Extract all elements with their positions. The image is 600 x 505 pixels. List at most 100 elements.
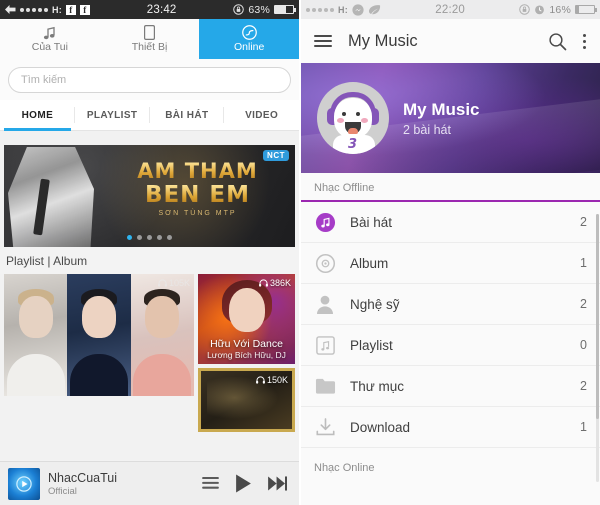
search-placeholder: Tìm kiếm [21, 74, 67, 86]
content-spacer [0, 131, 299, 145]
section-header-online: Nhạc Online [314, 462, 375, 474]
list-item-count: 2 [580, 215, 587, 229]
list-item-nghe-sy[interactable]: Nghệ sỹ 2 [301, 284, 600, 325]
card-subtitle: Lương Bích Hữu, DJ [207, 350, 286, 360]
disc-icon [314, 253, 336, 274]
banner-artist-photo [8, 147, 94, 247]
list-item-label: Thư mục [350, 378, 405, 394]
battery-icon [575, 5, 597, 14]
status-time: 23:42 [146, 3, 177, 16]
play-count-label: 386K [269, 278, 291, 288]
list-item-count: 2 [580, 379, 587, 393]
tab-online[interactable]: Online [199, 19, 299, 59]
app-bar: My Music [301, 19, 600, 63]
player-controls [202, 474, 291, 493]
headphones-icon [256, 376, 265, 384]
tab-thiet-bi[interactable]: Thiết Bị [100, 19, 200, 59]
alarm-clock-icon [534, 4, 545, 15]
back-arrow-icon [5, 5, 16, 14]
search-container: Tìm kiếm [0, 59, 299, 100]
search-icon[interactable] [548, 32, 567, 51]
banner-pager-dots[interactable] [4, 235, 295, 240]
headphones-icon [158, 279, 167, 287]
list-item-count: 2 [580, 297, 587, 311]
hero-subtitle: 2 bài hát [403, 122, 451, 137]
network-type-label: H: [52, 4, 62, 15]
play-count-label: 150K [266, 375, 288, 385]
mini-player-bar[interactable]: NhacCuaTui Official [0, 461, 299, 505]
list-item-label: Bài hát [350, 214, 393, 230]
list-item-label: Download [350, 419, 411, 435]
subtab-label: HOME [21, 109, 54, 121]
content-tab-bar: HOME PLAYLIST BÀI HÁT VIDEO [0, 100, 299, 131]
download-icon [314, 417, 336, 437]
list-item-count: 1 [580, 420, 587, 434]
scrollbar-thumb[interactable] [596, 214, 599, 419]
dj-card[interactable]: 386K Hữu Với Dance Lương Bích Hữu, DJ [198, 274, 295, 364]
folder-icon [314, 377, 336, 395]
library-hero-header: My Music 2 bài hát [301, 63, 600, 173]
list-item-count: 1 [580, 256, 587, 270]
tab-cua-tui[interactable]: Của Tui [0, 19, 100, 59]
subtab-label: BÀI HÁT [165, 109, 209, 121]
list-item-bai-hat[interactable]: Bài hát 2 [301, 202, 600, 243]
battery-percent-label: 63% [248, 3, 270, 16]
page-title: My Music [348, 31, 418, 50]
featured-banner[interactable]: ÂM THẦM BÊN EM SƠN TÙNG MTP NCT [4, 145, 295, 247]
section-header-offline: Nhạc Offline [301, 173, 600, 202]
tab-label: Online [234, 41, 265, 53]
list-item-thu-muc[interactable]: Thư mục 2 [301, 366, 600, 407]
hero-title: My Music [403, 99, 480, 119]
nct-logo-icon: NCT [263, 150, 289, 161]
search-input[interactable]: Tìm kiếm [8, 67, 291, 93]
facebook-icon: f [65, 4, 76, 15]
card-column-right: 386K Hữu Với Dance Lương Bích Hữu, DJ 15… [198, 274, 295, 432]
play-icon[interactable] [235, 474, 252, 493]
play-circle-icon [8, 467, 40, 500]
player-title: NhacCuaTui [48, 470, 118, 485]
tab-label: Của Tui [31, 41, 68, 53]
top-tab-bar: Của Tui Thiết Bị Online [0, 19, 299, 59]
hamburger-menu-icon[interactable] [314, 35, 332, 47]
section-title-playlist-album: Playlist | Album [0, 247, 299, 274]
hero-text-block: My Music 2 bài hát [403, 100, 480, 137]
overflow-menu-icon[interactable] [583, 33, 587, 49]
music-note-icon [43, 25, 56, 40]
subtab-bai-hat[interactable]: BÀI HÁT [150, 100, 225, 130]
list-item-playlist[interactable]: Playlist 0 [301, 325, 600, 366]
queue-icon[interactable] [202, 477, 219, 490]
banner-artist-name: SƠN TÙNG MTP [158, 210, 237, 217]
subtab-label: PLAYLIST [86, 109, 138, 121]
list-item-download[interactable]: Download 1 [301, 407, 600, 448]
list-item-label: Playlist [350, 337, 393, 353]
subtab-label: VIDEO [245, 109, 279, 121]
rotation-lock-icon [233, 4, 245, 15]
list-item-label: Album [350, 255, 389, 271]
cloud-swirl-icon [241, 25, 257, 40]
banner-title-line1: ÂM THẦM [108, 161, 287, 182]
play-count-badge: 150K [256, 375, 288, 385]
subtab-video[interactable]: VIDEO [224, 100, 299, 130]
collage-card[interactable]: 105K [4, 274, 194, 396]
player-subtitle: Official [48, 485, 77, 497]
banner-title-line2: BÊN EM [108, 184, 287, 207]
tab-label: Thiết Bị [131, 41, 168, 53]
play-count-label: 105K [168, 278, 190, 288]
play-count-badge: 105K [158, 278, 190, 288]
person-icon [314, 294, 336, 315]
left-status-bar: H: f f 23:42 63% [0, 0, 299, 19]
rotation-lock-icon [519, 4, 531, 15]
subtab-playlist[interactable]: PLAYLIST [75, 100, 150, 130]
right-screen-my-music: H: 22:20 16% My Music 3 My Music 2 bài h… [301, 0, 600, 505]
next-icon[interactable] [268, 476, 287, 491]
battery-percent-label: 16% [549, 3, 571, 16]
list-item-album[interactable]: Album 1 [301, 243, 600, 284]
card-grid: 105K 386K Hữu Với Dance Lương Bích Hữu, … [0, 274, 299, 432]
gold-card[interactable]: 150K [198, 368, 295, 432]
battery-icon [274, 5, 296, 14]
left-screen-nhaccuatui: H: f f 23:42 63% Của Tui Thiết Bị Online… [0, 0, 299, 505]
leaf-icon [368, 4, 381, 15]
offline-music-section: Nhạc Offline Bài hát 2 Album 1 Nghệ sỹ 2… [301, 173, 600, 480]
signal-dots-icon [306, 7, 334, 12]
subtab-home[interactable]: HOME [0, 100, 75, 131]
